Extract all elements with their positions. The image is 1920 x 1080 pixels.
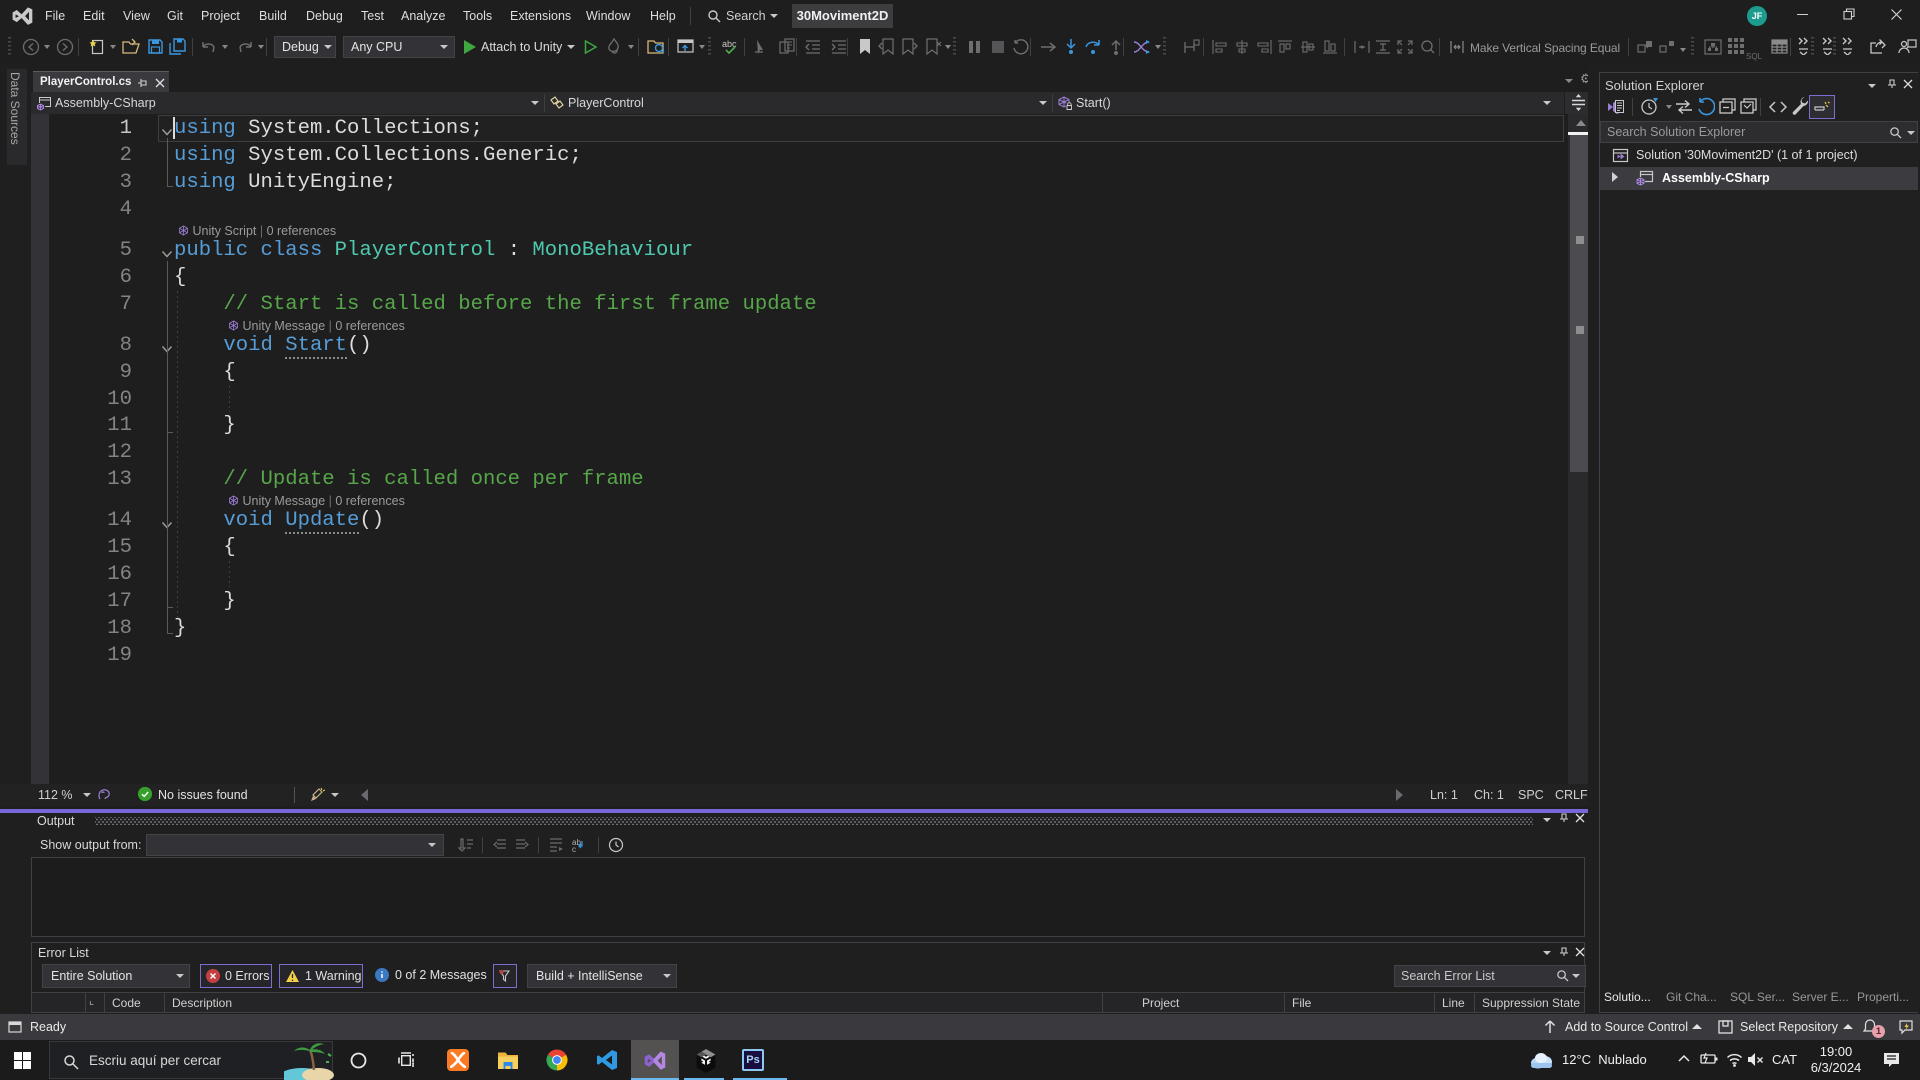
svg-text:c: c [572, 845, 576, 853]
